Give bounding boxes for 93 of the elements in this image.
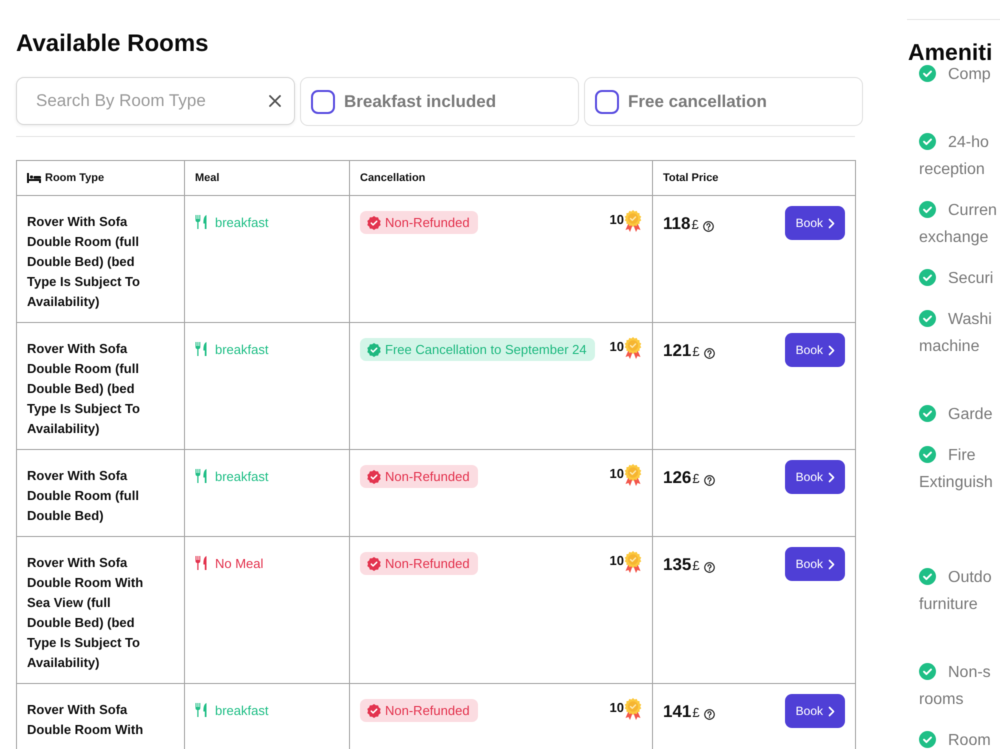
column-header: Room Type bbox=[45, 172, 104, 184]
page-title: Available Rooms bbox=[16, 29, 210, 59]
search-field[interactable]: Search By Room Type bbox=[16, 77, 295, 125]
column-header: Total Price bbox=[663, 172, 718, 184]
check-circle-icon bbox=[919, 65, 936, 82]
cancellation-text: Non-Refunded bbox=[385, 703, 470, 718]
check-circle-icon bbox=[919, 568, 936, 585]
amenity-label: Comp bbox=[948, 66, 991, 83]
award-ribbon-icon bbox=[624, 210, 642, 232]
room-type-name: Rover With Sofa Double Room With bbox=[27, 701, 144, 739]
cancellation-text: Non-Refunded bbox=[385, 215, 470, 230]
amenity-label: reception bbox=[919, 161, 985, 178]
price: 121£ bbox=[663, 340, 700, 362]
book-button[interactable]: Book bbox=[784, 694, 845, 728]
amenity-label: exchange bbox=[919, 229, 988, 246]
room-type-name: Rover With Sofa Double Room (full Double Bed) (bed Type Is Subject To Availability) bbox=[27, 340, 141, 438]
points-value: 10 bbox=[610, 466, 624, 482]
room-type-name: Rover With Sofa Double Room (full Double Bed) bbox=[27, 467, 140, 525]
check-circle-icon bbox=[919, 310, 936, 327]
fork-knife-icon bbox=[195, 469, 207, 483]
checkbox[interactable] bbox=[595, 90, 619, 114]
amenity-label: furniture bbox=[919, 596, 978, 613]
room-type-name: Rover With Sofa Double Room (full Double Bed) (bed Type Is Subject To Availability) bbox=[27, 213, 141, 311]
amenity-label: machine bbox=[919, 338, 980, 355]
award-ribbon-icon bbox=[624, 464, 642, 486]
award-ribbon-icon bbox=[624, 337, 642, 359]
amenity-label: Extinguish bbox=[919, 474, 993, 491]
fork-knife-icon bbox=[195, 703, 207, 717]
column-header: Meal bbox=[195, 172, 220, 184]
check-badge-icon bbox=[367, 216, 381, 230]
check-badge-icon bbox=[367, 704, 381, 718]
price: 135£ bbox=[663, 554, 700, 576]
price: 126£ bbox=[663, 467, 700, 489]
amenity-label: Fire bbox=[948, 447, 976, 464]
cancellation-text: Free Cancellation to September 24 bbox=[385, 342, 587, 357]
chevron-right-icon bbox=[828, 706, 835, 716]
cancellation-text: Non-Refunded bbox=[385, 469, 470, 484]
check-circle-icon bbox=[919, 133, 936, 150]
award-ribbon-icon bbox=[624, 698, 642, 720]
check-circle-icon bbox=[919, 405, 936, 422]
points-value: 10 bbox=[610, 212, 624, 228]
award-ribbon-icon bbox=[624, 551, 642, 573]
meal-label: breakfast bbox=[215, 468, 268, 484]
chevron-right-icon bbox=[828, 344, 835, 356]
question-circle-icon bbox=[704, 562, 715, 572]
check-circle-icon bbox=[919, 201, 936, 218]
amenity-label: 24-ho bbox=[948, 134, 989, 151]
bed-icon bbox=[27, 173, 41, 183]
close-icon[interactable] bbox=[269, 95, 281, 107]
price: 141£ bbox=[663, 701, 700, 723]
amenity-label: Washi bbox=[948, 311, 992, 328]
amenity-label: Curren bbox=[948, 202, 997, 219]
check-circle-icon bbox=[919, 446, 936, 463]
book-button[interactable]: Book bbox=[784, 333, 845, 367]
check-badge-icon bbox=[367, 342, 381, 356]
filter-option[interactable]: Breakfast included bbox=[300, 77, 579, 126]
amenity-label: Outdo bbox=[948, 569, 992, 586]
price: 118£ bbox=[663, 213, 699, 235]
check-badge-icon bbox=[367, 556, 381, 570]
fork-knife-icon bbox=[195, 215, 207, 229]
meal-label: breakfast bbox=[215, 214, 268, 230]
points-value: 10 bbox=[610, 553, 624, 569]
question-circle-icon bbox=[704, 348, 715, 358]
chevron-right-icon bbox=[828, 558, 835, 570]
amenity-label: Securi bbox=[948, 270, 994, 287]
column-header: Cancellation bbox=[360, 172, 426, 184]
fork-knife-icon bbox=[195, 342, 207, 356]
amenities-title: Ameniti bbox=[908, 40, 994, 64]
points-value: 10 bbox=[610, 700, 624, 716]
checkbox[interactable] bbox=[311, 90, 335, 114]
question-circle-icon bbox=[704, 708, 715, 720]
room-type-name: Rover With Sofa Double Room With Sea View (full Double Bed) (bed Type Is Subject To Availability) bbox=[27, 554, 144, 672]
points-value: 10 bbox=[610, 339, 624, 355]
filter-option[interactable]: Free cancellation bbox=[584, 77, 863, 126]
meal-label: breakfast bbox=[215, 702, 268, 718]
book-button[interactable]: Book bbox=[784, 206, 845, 240]
cancellation-text: Non-Refunded bbox=[385, 556, 470, 571]
question-circle-icon bbox=[702, 220, 714, 232]
book-button[interactable]: Book bbox=[784, 547, 845, 581]
meal-label: breakfast bbox=[215, 342, 268, 356]
check-circle-icon bbox=[919, 663, 936, 680]
amenity-label: Non-s bbox=[948, 664, 991, 681]
check-circle-icon bbox=[919, 269, 936, 286]
fork-knife-icon bbox=[195, 556, 207, 570]
meal-label: No Meal bbox=[215, 556, 264, 570]
amenity-label: Garde bbox=[948, 406, 992, 423]
chevron-right-icon bbox=[828, 218, 835, 228]
amenity-label: Room bbox=[948, 732, 991, 749]
check-badge-icon bbox=[367, 470, 381, 484]
amenity-label: rooms bbox=[919, 691, 964, 708]
book-button[interactable]: Book bbox=[784, 460, 845, 494]
question-circle-icon bbox=[704, 474, 715, 486]
chevron-right-icon bbox=[828, 472, 835, 482]
